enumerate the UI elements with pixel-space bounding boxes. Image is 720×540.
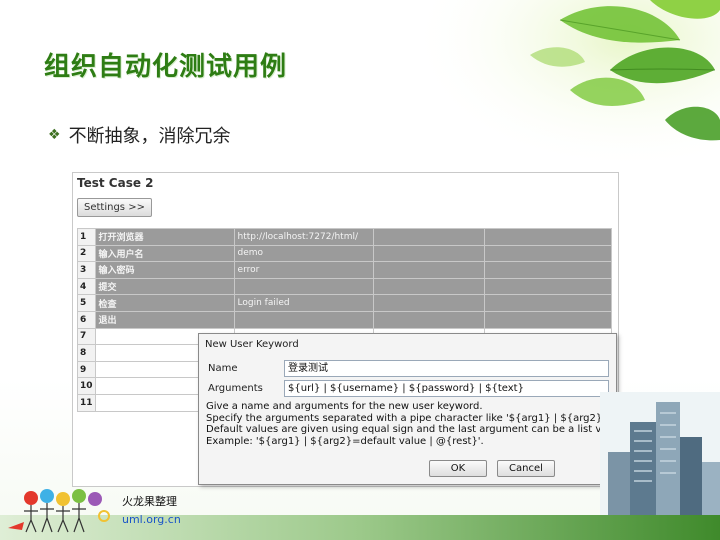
name-label: Name: [208, 363, 238, 374]
argument-cell[interactable]: [483, 277, 612, 296]
help-line: Give a name and arguments for the new us…: [206, 401, 483, 412]
help-text: Give a name and arguments for the new us…: [206, 401, 639, 447]
keyword-cell[interactable]: 退出: [94, 310, 235, 329]
row-number: 10: [77, 377, 96, 395]
table-row: 2 输入用户名 demo: [77, 244, 612, 263]
table-row: 6 退出: [77, 310, 612, 329]
green-leaves-decoration: [410, 0, 720, 190]
keyword-cell[interactable]: 检查: [94, 294, 235, 312]
settings-button[interactable]: Settings >>: [77, 198, 152, 217]
arguments-label: Arguments: [208, 383, 263, 394]
argument-cell[interactable]: [483, 310, 612, 329]
dialog-title: New User Keyword: [205, 339, 299, 350]
row-number: 5: [77, 294, 96, 312]
row-number: 6: [77, 310, 96, 329]
help-line: Specify the arguments separated with a p…: [206, 412, 609, 424]
argument-cell[interactable]: [372, 244, 485, 263]
table-row: 1 打开浏览器 http://localhost:7272/html/: [77, 228, 612, 246]
argument-cell[interactable]: [233, 277, 374, 296]
argument-cell[interactable]: [233, 310, 374, 329]
row-number: 3: [77, 261, 96, 279]
table-row: 3 输入密码 error: [77, 261, 612, 279]
cancel-button[interactable]: Cancel: [497, 460, 555, 477]
keyword-cell[interactable]: 提交: [94, 277, 235, 296]
help-line: Default values are given using equal sig…: [206, 424, 639, 435]
row-number: 11: [77, 393, 96, 412]
argument-cell[interactable]: [372, 310, 485, 329]
argument-cell[interactable]: error: [233, 261, 374, 279]
keyword-cell[interactable]: 输入密码: [94, 261, 235, 279]
children-logo-icon: [8, 489, 110, 533]
diamond-bullet-icon: ❖: [48, 127, 61, 143]
argument-cell[interactable]: [483, 294, 612, 312]
argument-cell[interactable]: [372, 277, 485, 296]
keyword-cell[interactable]: 打开浏览器: [94, 228, 235, 246]
argument-cell[interactable]: [483, 261, 612, 279]
argument-cell[interactable]: demo: [233, 244, 374, 263]
argument-cell[interactable]: http://localhost:7272/html/: [233, 228, 374, 246]
argument-cell[interactable]: [372, 261, 485, 279]
row-number: 1: [77, 228, 96, 246]
argument-cell[interactable]: [372, 228, 485, 246]
argument-cell[interactable]: [372, 294, 485, 312]
argument-cell[interactable]: [483, 228, 612, 246]
keyword-cell[interactable]: 输入用户名: [94, 244, 235, 263]
bullet-text: 不断抽象，消除冗余: [68, 126, 231, 147]
slide-title: 组织自动化测试用例: [44, 52, 288, 82]
arguments-field[interactable]: ${url} | ${username} | ${password} | ${t…: [284, 380, 609, 397]
table-row: 5 检查 Login failed: [77, 294, 612, 312]
new-user-keyword-dialog: New User Keyword Name 登录测试 Arguments ${u…: [198, 333, 639, 485]
footer-organizer: 火龙果整理: [122, 495, 177, 508]
footer-url: uml.org.cn: [122, 513, 181, 526]
argument-cell[interactable]: Login failed: [233, 294, 374, 312]
row-number: 9: [77, 360, 96, 379]
ok-button[interactable]: OK: [429, 460, 487, 477]
bullet-point: ❖ 不断抽象，消除冗余: [48, 122, 231, 148]
argument-cell[interactable]: [483, 244, 612, 263]
help-line: Example: '${arg1} | ${arg2}=default valu…: [206, 435, 484, 447]
row-number: 8: [77, 344, 96, 362]
test-case-title: Test Case 2: [77, 176, 154, 190]
name-field[interactable]: 登录测试: [284, 360, 609, 377]
row-number: 7: [77, 327, 96, 346]
table-row: 4 提交: [77, 277, 612, 296]
row-number: 2: [77, 244, 96, 263]
row-number: 4: [77, 277, 96, 296]
